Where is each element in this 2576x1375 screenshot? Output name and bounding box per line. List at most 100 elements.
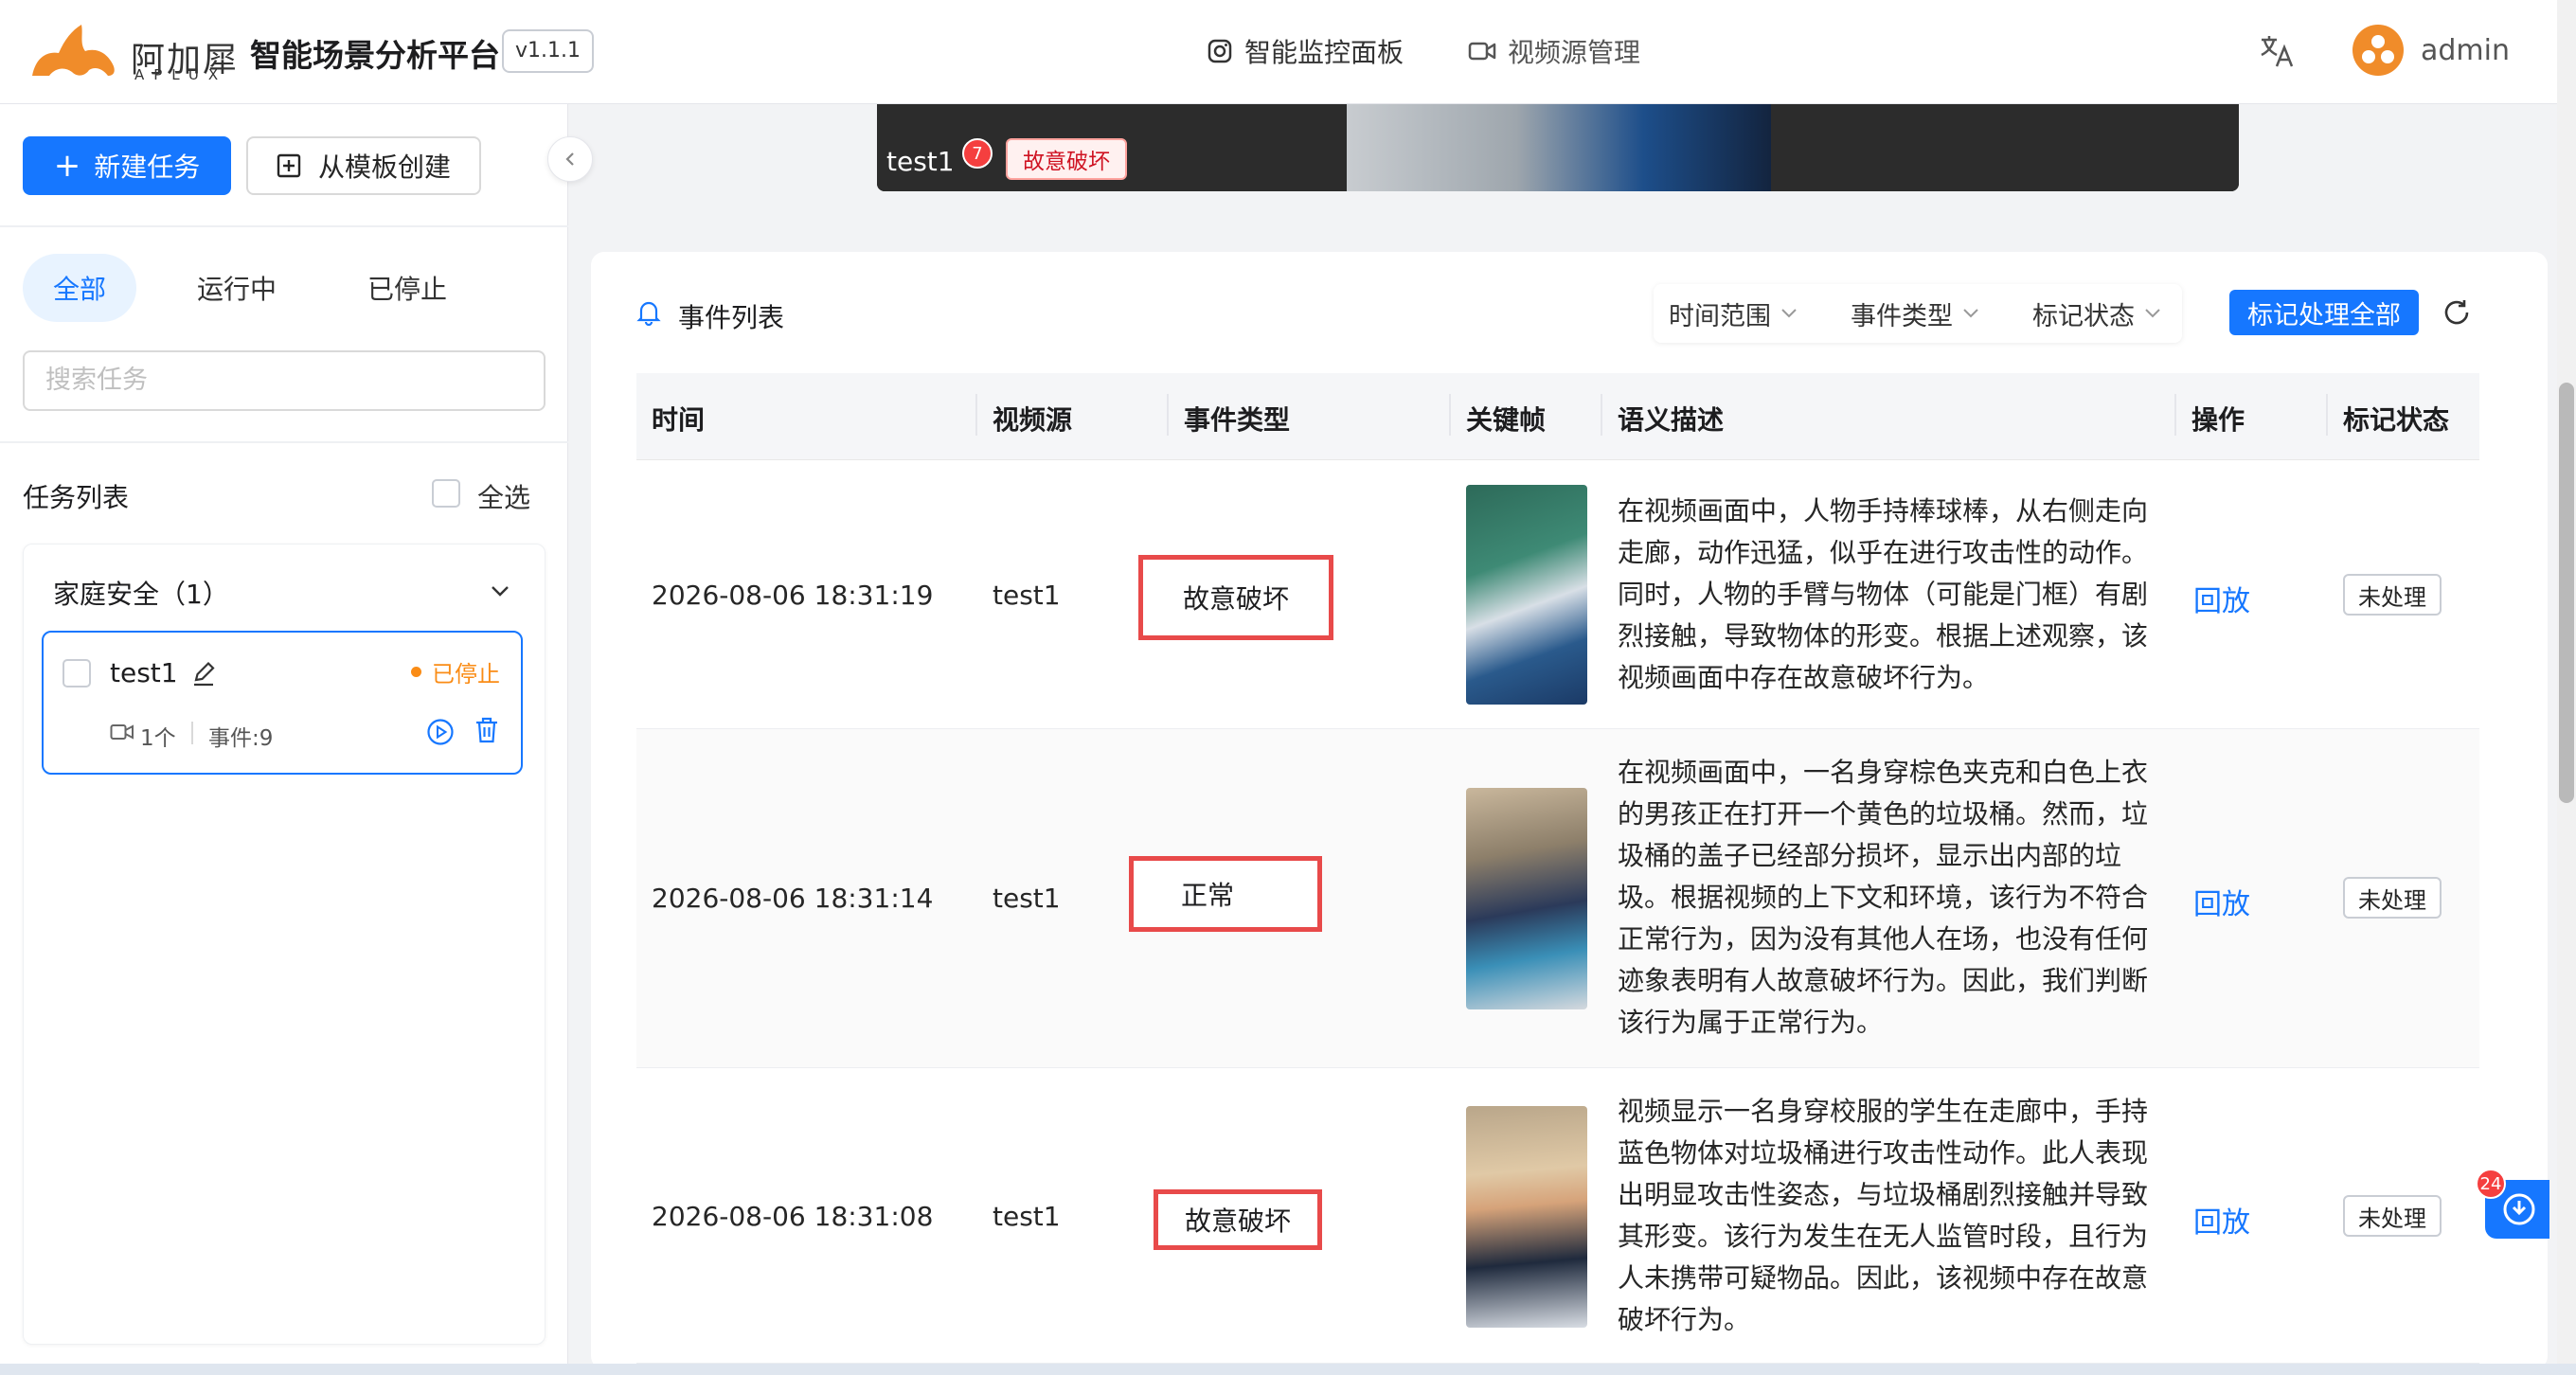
nav-monitor-dashboard[interactable]: 智能监控面板 <box>1207 28 1404 74</box>
from-template-label: 从模板创建 <box>317 152 451 183</box>
keyframe-thumbnail[interactable] <box>1466 788 1587 1009</box>
camera-instagram-icon <box>1208 39 1232 63</box>
user-avatar-icon <box>2362 35 2394 63</box>
event-description: 在视频画面中，一名身穿棕色夹克和白色上衣的男孩正在打开一个黄色的垃圾桶。然而，垃… <box>1618 757 2149 1038</box>
create-from-template-button[interactable]: 从模板创建 <box>246 136 481 195</box>
chevron-down-icon <box>1963 309 1978 318</box>
mark-status-tag[interactable]: 未处理 <box>2343 574 2442 616</box>
event-type-tag: 故意破坏 <box>1006 138 1127 180</box>
column-header-source: 视频源 <box>993 404 1073 436</box>
delete-trash-icon[interactable] <box>474 716 500 744</box>
logo-english-text: APLUX <box>134 66 228 83</box>
event-source: test1 <box>993 883 1061 914</box>
column-separator <box>1167 394 1169 436</box>
task-search-input[interactable]: 搜索任务 <box>23 350 546 411</box>
column-header-keyframe: 关键帧 <box>1466 404 1547 436</box>
os-taskbar <box>0 1364 2576 1375</box>
event-description: 在视频画面中，人物手持棒球棒，从右侧走向走廊，动作迅猛，似乎在进行攻击性的动作。… <box>1618 495 2149 693</box>
page-scrollbar-thumb[interactable] <box>2559 383 2574 803</box>
video-camera-icon <box>1468 42 1496 61</box>
event-description: 视频显示一名身穿校服的学生在走廊中，手持蓝色物体对垃圾桶进行攻击性动作。此人表现… <box>1618 1096 2149 1335</box>
event-type-label: 故意破坏 <box>1138 555 1333 640</box>
aplux-logo-icon <box>32 25 115 76</box>
event-source: test1 <box>993 1201 1061 1232</box>
select-all-checkbox[interactable] <box>432 479 460 508</box>
notification-badge: 24 <box>2476 1169 2506 1199</box>
mark-status-tag[interactable]: 未处理 <box>2343 1195 2442 1237</box>
translate-icon[interactable] <box>2258 32 2296 70</box>
new-task-button[interactable]: + 新建任务 <box>23 136 231 195</box>
bell-icon <box>636 301 661 326</box>
column-separator <box>975 394 977 436</box>
filter-tab-stopped[interactable]: 已停止 <box>350 254 464 322</box>
mark-all-processed-button[interactable]: 标记处理全部 <box>2229 290 2419 335</box>
chevron-down-icon <box>2145 309 2160 318</box>
event-time: 2026-08-06 18:31:19 <box>652 580 934 611</box>
column-header-mark-status: 标记状态 <box>2343 404 2450 436</box>
replay-link[interactable]: 回放 <box>2193 881 2250 922</box>
column-header-time: 时间 <box>652 404 706 436</box>
task-name: test1 <box>110 657 178 688</box>
replay-link[interactable]: 回放 <box>2193 1199 2250 1241</box>
mark-status-tag[interactable]: 未处理 <box>2343 877 2442 919</box>
divider <box>191 722 193 744</box>
chevron-left-icon <box>565 152 574 166</box>
edit-pencil-icon[interactable] <box>189 659 218 688</box>
filter-tab-running[interactable]: 运行中 <box>178 254 295 322</box>
chevron-down-icon[interactable] <box>489 580 511 602</box>
column-separator <box>1601 394 1602 436</box>
status-dot <box>411 667 421 677</box>
keyframe-thumbnail[interactable] <box>1466 485 1587 705</box>
mark-status-filter[interactable]: 标记状态 <box>2032 290 2163 337</box>
task-video-count: 1个 <box>140 726 176 751</box>
refresh-icon[interactable] <box>2442 297 2472 328</box>
video-camera-icon <box>110 724 134 740</box>
version-badge: v1.1.1 <box>502 29 594 73</box>
event-list-title: 事件列表 <box>678 302 785 333</box>
plus-icon: + <box>53 147 81 185</box>
avatar[interactable] <box>2352 25 2404 76</box>
nav-label: 视频源管理 <box>1508 37 1641 68</box>
task-card[interactable] <box>42 631 523 775</box>
column-header-event-type: 事件类型 <box>1184 404 1291 436</box>
filter-label: 时间范围 <box>1669 301 1771 331</box>
event-time: 2026-08-06 18:31:14 <box>652 883 934 914</box>
event-source: test1 <box>993 580 1061 611</box>
top-header: 阿加犀 APLUX 智能场景分析平台 v1.1.1 智能监控面板 视频源管理 a… <box>0 0 2557 104</box>
divider <box>0 441 568 443</box>
new-task-label: 新建任务 <box>94 152 201 183</box>
filter-label: 标记状态 <box>2032 301 2135 331</box>
column-separator <box>1449 394 1451 436</box>
video-caption-bar <box>1771 104 2239 191</box>
collapse-sidebar-button[interactable] <box>547 136 593 182</box>
event-time: 2026-08-06 18:31:08 <box>652 1201 934 1232</box>
event-type-filter[interactable]: 事件类型 <box>1851 290 1981 337</box>
video-source-label: test1 <box>886 146 955 177</box>
task-checkbox[interactable] <box>63 659 91 688</box>
divider <box>0 225 568 227</box>
nav-video-source-management[interactable]: 视频源管理 <box>1468 28 1640 74</box>
nav-label: 智能监控面板 <box>1244 37 1404 68</box>
column-header-description: 语义描述 <box>1618 404 1725 436</box>
column-header-action: 操作 <box>2191 404 2245 436</box>
task-list-title: 任务列表 <box>23 482 130 513</box>
event-count-badge: 7 <box>962 138 993 169</box>
task-group-title[interactable]: 家庭安全（1） <box>53 574 229 612</box>
event-type-label: 故意破坏 <box>1154 1189 1322 1250</box>
plus-square-icon <box>277 153 301 178</box>
username[interactable]: admin <box>2421 34 2510 67</box>
task-status-badge: 已停止 <box>432 661 500 688</box>
column-separator <box>2326 394 2328 436</box>
play-circle-icon[interactable] <box>426 718 455 746</box>
chevron-down-icon <box>1781 309 1797 318</box>
filter-tab-all[interactable]: 全部 <box>23 254 136 322</box>
keyframe-thumbnail[interactable] <box>1466 1106 1587 1328</box>
filter-label: 事件类型 <box>1851 301 1953 331</box>
replay-link[interactable]: 回放 <box>2193 578 2250 619</box>
column-separator <box>2174 394 2176 436</box>
time-range-filter[interactable]: 时间范围 <box>1669 290 1799 337</box>
task-event-count: 事件:9 <box>208 726 274 751</box>
app-title: 智能场景分析平台 <box>250 37 500 74</box>
select-all-label[interactable]: 全选 <box>477 477 530 515</box>
event-type-label: 正常 <box>1129 856 1322 932</box>
